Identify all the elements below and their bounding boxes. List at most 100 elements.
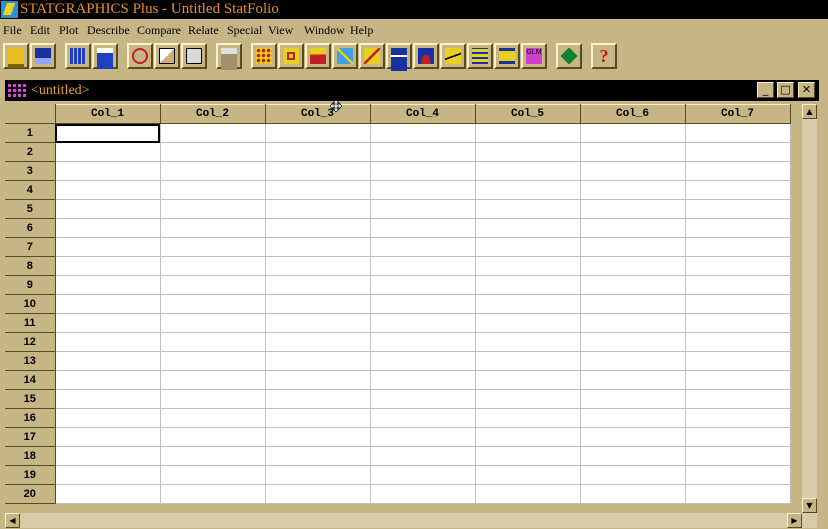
data-cell[interactable] bbox=[580, 389, 686, 409]
data-cell[interactable] bbox=[685, 446, 791, 466]
row-header[interactable]: 2 bbox=[5, 142, 56, 162]
data-cell[interactable] bbox=[370, 142, 476, 162]
surface-button[interactable] bbox=[467, 43, 493, 69]
column-header[interactable]: Col_4 bbox=[370, 104, 476, 124]
data-cell[interactable] bbox=[370, 351, 476, 371]
scroll-right-button[interactable]: ▶ bbox=[787, 513, 802, 528]
histogram-button[interactable] bbox=[305, 43, 331, 69]
data-cell[interactable] bbox=[475, 408, 581, 428]
column-header[interactable]: Col_2 bbox=[160, 104, 266, 124]
data-cell[interactable] bbox=[580, 161, 686, 181]
data-cell[interactable] bbox=[55, 370, 161, 390]
distribution-button[interactable] bbox=[413, 43, 439, 69]
row-header[interactable]: 14 bbox=[5, 370, 56, 390]
tree-button[interactable] bbox=[494, 43, 520, 69]
data-cell[interactable] bbox=[370, 332, 476, 352]
row-header[interactable]: 15 bbox=[5, 389, 56, 409]
help-button[interactable]: ? bbox=[591, 43, 617, 69]
row-header[interactable]: 9 bbox=[5, 275, 56, 295]
menu-special[interactable]: Special bbox=[227, 23, 262, 37]
menu-view[interactable]: View bbox=[268, 23, 293, 37]
data-cell[interactable] bbox=[685, 427, 791, 447]
cut-button[interactable] bbox=[127, 43, 153, 69]
row-header[interactable]: 19 bbox=[5, 465, 56, 485]
calculator-button[interactable] bbox=[92, 43, 118, 69]
data-cell[interactable] bbox=[160, 161, 266, 181]
data-cell[interactable] bbox=[580, 465, 686, 485]
data-cell[interactable] bbox=[370, 370, 476, 390]
data-cell[interactable] bbox=[55, 446, 161, 466]
data-cell[interactable] bbox=[475, 465, 581, 485]
scatterplot-button[interactable] bbox=[251, 43, 277, 69]
data-cell[interactable] bbox=[370, 313, 476, 333]
data-cell[interactable] bbox=[685, 389, 791, 409]
row-header[interactable]: 12 bbox=[5, 332, 56, 352]
data-cell[interactable] bbox=[475, 256, 581, 276]
datasheet-button[interactable] bbox=[65, 43, 91, 69]
data-cell[interactable] bbox=[580, 427, 686, 447]
data-cell[interactable] bbox=[580, 142, 686, 162]
data-cell[interactable] bbox=[475, 484, 581, 504]
menu-file[interactable]: File bbox=[3, 23, 22, 37]
data-cell[interactable] bbox=[55, 408, 161, 428]
data-cell[interactable] bbox=[475, 275, 581, 295]
row-header[interactable]: 20 bbox=[5, 484, 56, 504]
grid-corner[interactable] bbox=[5, 104, 56, 124]
data-cell[interactable] bbox=[685, 408, 791, 428]
data-cell[interactable] bbox=[55, 237, 161, 257]
data-cell[interactable] bbox=[265, 180, 371, 200]
data-cell[interactable] bbox=[160, 123, 266, 143]
data-cell[interactable] bbox=[370, 484, 476, 504]
data-cell[interactable] bbox=[55, 180, 161, 200]
row-header[interactable]: 6 bbox=[5, 218, 56, 238]
data-cell[interactable] bbox=[265, 161, 371, 181]
data-cell[interactable] bbox=[580, 199, 686, 219]
data-cell[interactable] bbox=[475, 313, 581, 333]
row-header[interactable]: 13 bbox=[5, 351, 56, 371]
data-cell[interactable] bbox=[580, 275, 686, 295]
data-cell[interactable] bbox=[370, 446, 476, 466]
data-cell[interactable] bbox=[55, 256, 161, 276]
scroll-up-button[interactable]: ▲ bbox=[802, 104, 817, 119]
data-cell[interactable] bbox=[160, 237, 266, 257]
menu-help[interactable]: Help bbox=[350, 23, 373, 37]
regression-button[interactable] bbox=[440, 43, 466, 69]
data-cell[interactable] bbox=[370, 199, 476, 219]
data-cell[interactable] bbox=[55, 294, 161, 314]
data-cell[interactable] bbox=[160, 408, 266, 428]
scroll-down-button[interactable]: ▼ bbox=[802, 498, 817, 513]
data-cell[interactable] bbox=[370, 275, 476, 295]
data-cell[interactable] bbox=[265, 332, 371, 352]
data-cell[interactable] bbox=[475, 123, 581, 143]
data-cell[interactable] bbox=[265, 484, 371, 504]
data-cell[interactable] bbox=[475, 427, 581, 447]
data-cell[interactable] bbox=[160, 275, 266, 295]
open-button[interactable] bbox=[3, 43, 29, 69]
data-cell[interactable] bbox=[370, 218, 476, 238]
data-cell[interactable] bbox=[55, 389, 161, 409]
glm-button[interactable]: GLM bbox=[521, 43, 547, 69]
data-cell[interactable] bbox=[265, 275, 371, 295]
data-cell[interactable] bbox=[580, 218, 686, 238]
boxplot-button[interactable] bbox=[278, 43, 304, 69]
menu-relate[interactable]: Relate bbox=[188, 23, 219, 37]
xy-plot-button[interactable] bbox=[359, 43, 385, 69]
data-cell[interactable] bbox=[55, 465, 161, 485]
data-cell[interactable] bbox=[55, 275, 161, 295]
data-cell[interactable] bbox=[265, 370, 371, 390]
data-cell[interactable] bbox=[160, 142, 266, 162]
data-cell[interactable] bbox=[685, 332, 791, 352]
row-header[interactable]: 11 bbox=[5, 313, 56, 333]
column-header[interactable]: Col_7 bbox=[685, 104, 791, 124]
data-cell[interactable] bbox=[475, 218, 581, 238]
minimize-button[interactable]: _ bbox=[757, 82, 774, 98]
data-cell[interactable] bbox=[685, 180, 791, 200]
data-cell[interactable] bbox=[370, 465, 476, 485]
data-cell[interactable] bbox=[685, 199, 791, 219]
row-header[interactable]: 16 bbox=[5, 408, 56, 428]
data-cell[interactable] bbox=[685, 313, 791, 333]
data-cell[interactable] bbox=[580, 370, 686, 390]
data-cell[interactable] bbox=[370, 256, 476, 276]
matrix-plot-button[interactable] bbox=[332, 43, 358, 69]
data-cell[interactable] bbox=[370, 389, 476, 409]
